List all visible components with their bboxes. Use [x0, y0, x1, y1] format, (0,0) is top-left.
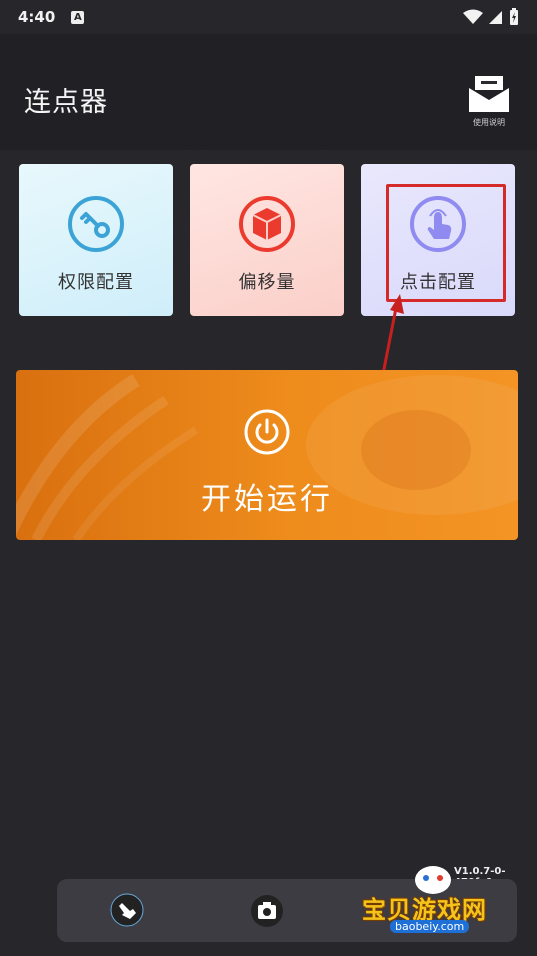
header-decoration: [0, 140, 537, 156]
manual-label: 使用说明: [473, 118, 505, 127]
card-label: 权限配置: [58, 272, 134, 293]
watermark-url: baobeiy.com: [390, 920, 470, 933]
camera-icon[interactable]: [250, 894, 284, 928]
status-bar: 4:40 A: [0, 0, 537, 34]
manual-icon: [469, 76, 509, 112]
permission-config-card[interactable]: 权限配置: [19, 164, 173, 316]
power-icon: [244, 409, 290, 455]
wifi-icon: [463, 9, 483, 24]
battery-icon: [510, 8, 518, 25]
status-time: 4:40: [18, 8, 56, 26]
start-button[interactable]: 开始运行: [16, 370, 518, 540]
highlight-box: [386, 184, 506, 302]
signal-icon: [489, 11, 502, 24]
cube-icon: [239, 196, 295, 252]
start-label: 开始运行: [201, 482, 333, 517]
key-icon: [68, 196, 124, 252]
offset-card[interactable]: 偏移量: [190, 164, 344, 316]
page-title: 连点器: [24, 87, 108, 118]
touch-icon[interactable]: [110, 893, 144, 927]
card-label: 偏移量: [238, 272, 296, 293]
watermark: 宝贝游戏网 baobeiy.com: [360, 860, 510, 950]
status-icons: [463, 8, 519, 26]
manual-button[interactable]: 使用说明: [462, 74, 516, 134]
notification-icon: A: [71, 10, 85, 24]
